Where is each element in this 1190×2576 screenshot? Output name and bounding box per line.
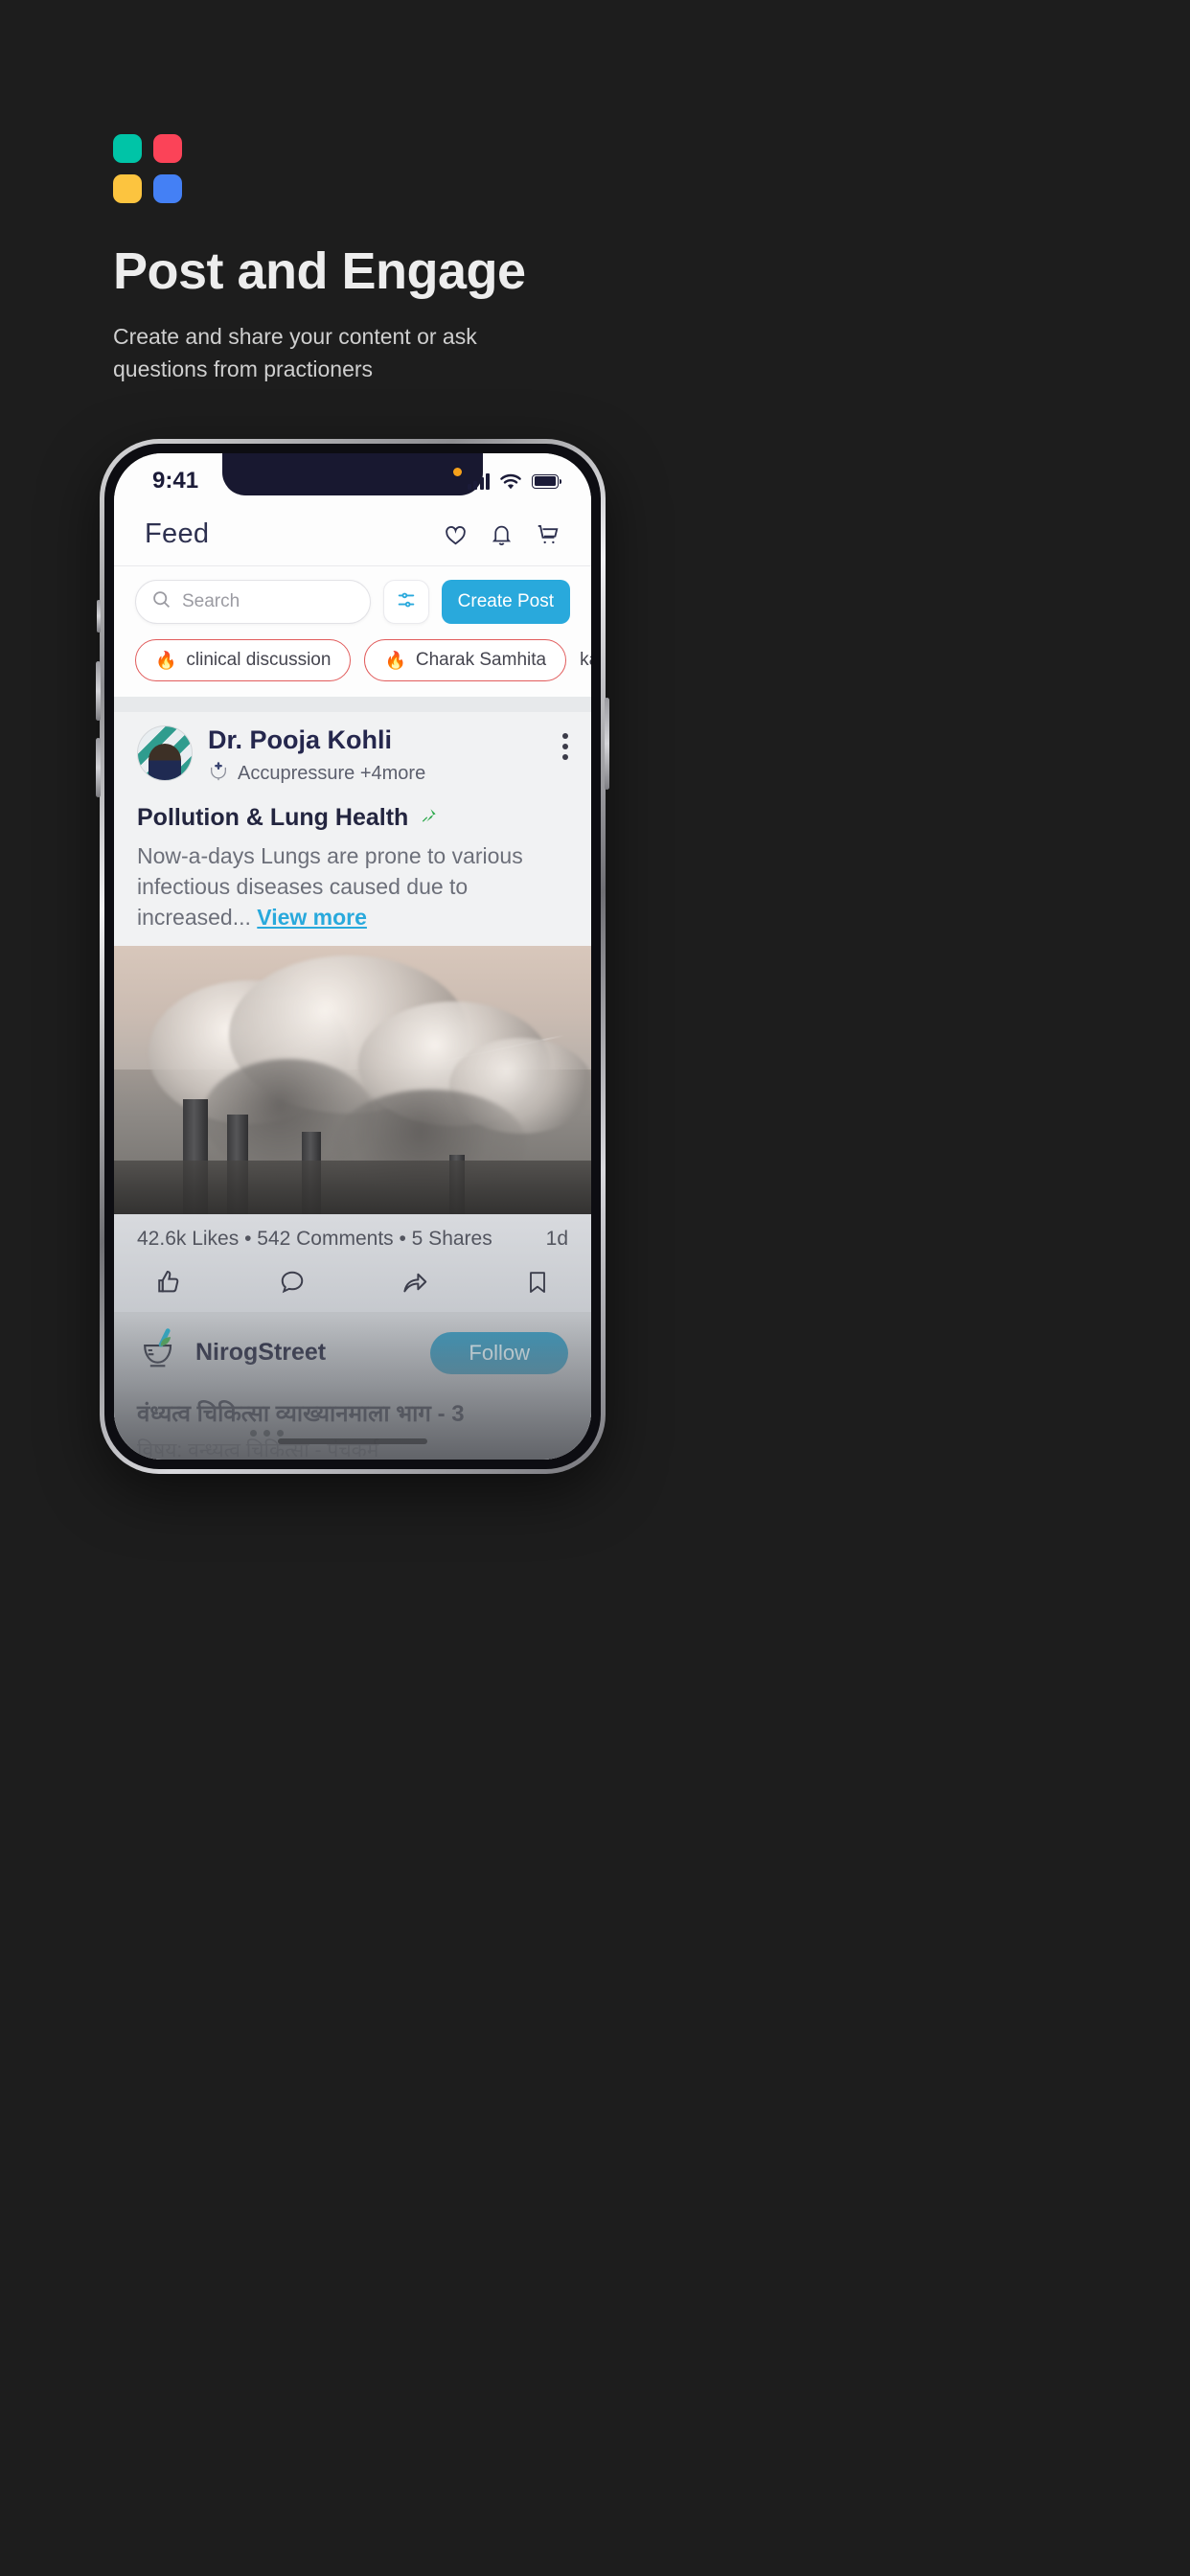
- flame-icon: 🔥: [384, 651, 406, 670]
- section-divider: [114, 697, 591, 712]
- post-title: Pollution & Lung Health: [137, 804, 409, 832]
- status-bar: 9:41: [114, 453, 591, 509]
- chip-clinical-discussion[interactable]: 🔥 clinical discussion: [135, 639, 352, 681]
- silent-switch[interactable]: [97, 600, 101, 632]
- pin-icon: [420, 804, 438, 832]
- feed-body: Dr. Pooja Kohli Accupressure +4more Poll…: [114, 712, 591, 1460]
- heart-icon[interactable]: [443, 522, 469, 547]
- second-post-header: NirogStreet Follow: [137, 1327, 568, 1378]
- hero-section: Post and Engage Create and share your co…: [113, 134, 784, 385]
- logo-cell-teal: [113, 134, 142, 163]
- chip-charak-samhita[interactable]: 🔥 Charak Samhita: [364, 639, 567, 681]
- second-post-author[interactable]: NirogStreet: [195, 1339, 416, 1367]
- share-icon[interactable]: [400, 1268, 429, 1297]
- chip-kayach[interactable]: kayach: [580, 650, 591, 671]
- status-icons: [452, 467, 562, 490]
- header-icon-group: [443, 522, 561, 547]
- post-engagement: 42.6k Likes • 542 Comments • 5 Shares 1d: [114, 1214, 591, 1313]
- app-logo: [113, 134, 182, 203]
- status-clock: 9:41: [152, 468, 199, 494]
- logo-cell-red: [153, 134, 182, 163]
- post-specialty: Accupressure +4more: [238, 763, 426, 785]
- bookmark-icon[interactable]: [524, 1268, 551, 1297]
- post-timestamp: 1d: [545, 1228, 568, 1251]
- volume-up-button[interactable]: [96, 661, 101, 721]
- search-icon: [151, 589, 172, 614]
- second-post-card: NirogStreet Follow वंध्यत्व चिकित्सा व्य…: [114, 1312, 591, 1460]
- create-post-button[interactable]: Create Post: [441, 580, 570, 624]
- flame-icon: 🔥: [155, 651, 177, 670]
- post-stats: 42.6k Likes • 542 Comments • 5 Shares: [137, 1228, 492, 1251]
- bell-icon[interactable]: [490, 522, 514, 547]
- post-title-row: Pollution & Lung Health: [137, 804, 568, 832]
- post-header: Dr. Pooja Kohli Accupressure +4more: [137, 725, 568, 787]
- post-card: Dr. Pooja Kohli Accupressure +4more Poll…: [114, 712, 591, 947]
- filter-icon: [396, 589, 417, 615]
- cart-icon[interactable]: [535, 522, 561, 547]
- comment-icon[interactable]: [278, 1268, 307, 1297]
- view-more-link[interactable]: View more: [257, 905, 367, 930]
- ayurveda-hands-icon: [208, 761, 229, 787]
- chip-label: clinical discussion: [186, 650, 332, 670]
- post-stats-row: 42.6k Likes • 542 Comments • 5 Shares 1d: [137, 1228, 568, 1251]
- power-button[interactable]: [605, 698, 609, 790]
- second-post-title: वंध्यत्व चिकित्सा व्याख्यानमाला भाग - 3: [137, 1401, 465, 1428]
- feed-header: Feed: [114, 509, 591, 566]
- kebab-menu-icon[interactable]: [562, 725, 568, 760]
- follow-button[interactable]: Follow: [430, 1331, 568, 1374]
- post-actions-row: [137, 1251, 568, 1312]
- phone-mockup: 9:41 Feed Search Create Post 🔥 clinical …: [96, 439, 609, 1474]
- feed-title: Feed: [145, 518, 210, 549]
- phone-screen: 9:41 Feed Search Create Post 🔥 clinical …: [114, 453, 591, 1460]
- search-row: Search Create Post: [114, 566, 591, 635]
- logo-cell-yellow: [113, 174, 142, 203]
- chip-label: Charak Samhita: [415, 650, 547, 670]
- home-indicator[interactable]: [278, 1438, 427, 1444]
- post-author-block: Dr. Pooja Kohli Accupressure +4more: [208, 725, 547, 787]
- post-specialty-row: Accupressure +4more: [208, 761, 547, 787]
- like-icon[interactable]: [154, 1268, 183, 1297]
- search-placeholder: Search: [182, 591, 240, 611]
- wifi-icon: [499, 473, 522, 490]
- post-image[interactable]: [114, 946, 591, 1215]
- phone-bezel: 9:41 Feed Search Create Post 🔥 clinical …: [104, 444, 601, 1469]
- signal-bars-icon: [467, 472, 490, 490]
- topic-chips-row: 🔥 clinical discussion 🔥 Charak Samhita k…: [114, 635, 591, 697]
- notch: [222, 453, 483, 495]
- mortar-pestle-icon: [137, 1327, 181, 1378]
- horizon: [114, 1161, 591, 1215]
- page-subtitle: Create and share your content or ask que…: [113, 324, 477, 381]
- phone-frame: 9:41 Feed Search Create Post 🔥 clinical …: [96, 439, 609, 1474]
- logo-cell-blue: [153, 174, 182, 203]
- avatar[interactable]: [137, 725, 193, 781]
- carousel-dots[interactable]: [250, 1430, 284, 1437]
- battery-icon: [532, 473, 562, 489]
- filter-button[interactable]: [382, 580, 429, 624]
- page-title: Post and Engage: [113, 242, 526, 300]
- recording-dot-icon: [452, 467, 462, 476]
- search-input[interactable]: Search: [135, 580, 371, 624]
- post-author-name[interactable]: Dr. Pooja Kohli: [208, 725, 547, 755]
- post-body: Now-a-days Lungs are prone to various in…: [137, 841, 568, 946]
- volume-down-button[interactable]: [96, 738, 101, 797]
